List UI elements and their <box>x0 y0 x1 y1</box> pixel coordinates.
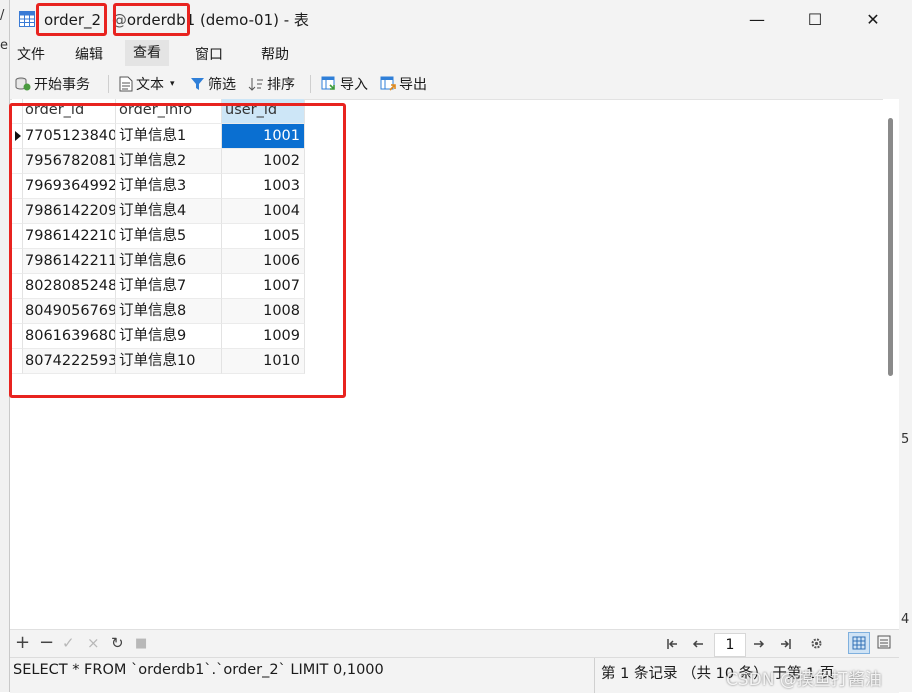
chevron-down-icon: ▾ <box>170 79 175 89</box>
import-icon <box>321 76 335 90</box>
grid-view-button[interactable] <box>848 632 870 654</box>
settings-gear-icon[interactable] <box>810 637 823 650</box>
import-button[interactable]: 导入 <box>321 74 368 94</box>
begin-transaction-label: 开始事务 <box>34 77 90 93</box>
toolbar-divider <box>310 75 311 93</box>
text-label: 文本 <box>136 77 164 93</box>
filter-icon <box>191 77 204 90</box>
text-button[interactable]: 文本 ▾ <box>119 74 175 94</box>
delete-record-button[interactable]: − <box>39 632 54 653</box>
add-record-button[interactable]: + <box>15 632 30 653</box>
background-window-strip-right: 5 4 <box>898 0 912 692</box>
minimize-button[interactable]: — <box>728 0 786 38</box>
refresh-button[interactable]: ↻ <box>111 634 124 652</box>
table-icon <box>19 11 35 27</box>
filter-button[interactable]: 筛选 <box>190 74 236 94</box>
title-bar[interactable]: order_2 @orderdb1 (demo-01) - 表 — ☐ ✕ <box>10 0 899 38</box>
menu-file[interactable]: 文件 <box>13 44 49 64</box>
sql-query-text: SELECT * FROM `orderdb1`.`order_2` LIMIT… <box>13 662 384 678</box>
form-view-icon <box>877 635 891 649</box>
sort-button[interactable]: 排序 <box>248 74 295 94</box>
table-window: order_2 @orderdb1 (demo-01) - 表 — ☐ ✕ 文件… <box>9 0 899 693</box>
apply-changes-button[interactable]: ✓ <box>62 634 75 652</box>
begin-transaction-button[interactable]: 开始事务 <box>15 74 90 94</box>
toolbar: 开始事务 文本 ▾ 筛选 排序 导入 导出 <box>10 68 899 100</box>
first-page-icon[interactable] <box>666 638 678 650</box>
export-button[interactable]: 导出 <box>380 74 427 94</box>
watermark: CSDN @摸鱼打酱油 <box>726 670 882 690</box>
vertical-scrollbar[interactable] <box>883 99 899 629</box>
previous-page-icon[interactable] <box>692 638 704 650</box>
form-view-button[interactable] <box>874 632 896 654</box>
toolbar-divider <box>108 75 109 93</box>
menu-help[interactable]: 帮助 <box>257 44 293 64</box>
highlight-box-table-name <box>36 3 107 36</box>
import-label: 导入 <box>340 77 368 93</box>
transaction-icon <box>15 77 31 91</box>
close-button[interactable]: ✕ <box>844 0 902 38</box>
background-fragment: 4 <box>901 612 910 627</box>
sort-label: 排序 <box>267 77 295 93</box>
grid-view-icon <box>852 636 866 650</box>
menu-bar: 文件 编辑 查看 窗口 帮助 <box>10 38 899 68</box>
record-navigation-bar: + − ✓ × ↻ ■ 1 <box>10 629 899 658</box>
highlight-box-db-name <box>113 3 190 36</box>
menu-window[interactable]: 窗口 <box>191 44 227 64</box>
highlight-box-grid <box>9 103 346 398</box>
export-label: 导出 <box>399 77 427 93</box>
export-icon <box>380 76 396 91</box>
discard-changes-button[interactable]: × <box>87 634 100 652</box>
background-fragment: 5 <box>901 432 910 447</box>
next-page-icon[interactable] <box>753 638 765 650</box>
background-fragment: e <box>0 38 8 53</box>
filter-label: 筛选 <box>208 77 236 93</box>
page-number-input[interactable]: 1 <box>714 633 746 657</box>
sort-icon <box>248 78 263 91</box>
document-icon <box>119 76 133 92</box>
menu-edit[interactable]: 编辑 <box>71 44 107 64</box>
last-page-icon[interactable] <box>780 638 792 650</box>
scrollbar-thumb[interactable] <box>888 118 893 376</box>
stop-button[interactable]: ■ <box>135 636 147 651</box>
status-divider <box>594 658 595 693</box>
background-fragment: / <box>0 8 5 23</box>
title-connection: (demo-01) - 表 <box>199 11 309 29</box>
menu-view[interactable]: 查看 <box>125 40 169 66</box>
maximize-button[interactable]: ☐ <box>786 0 844 38</box>
